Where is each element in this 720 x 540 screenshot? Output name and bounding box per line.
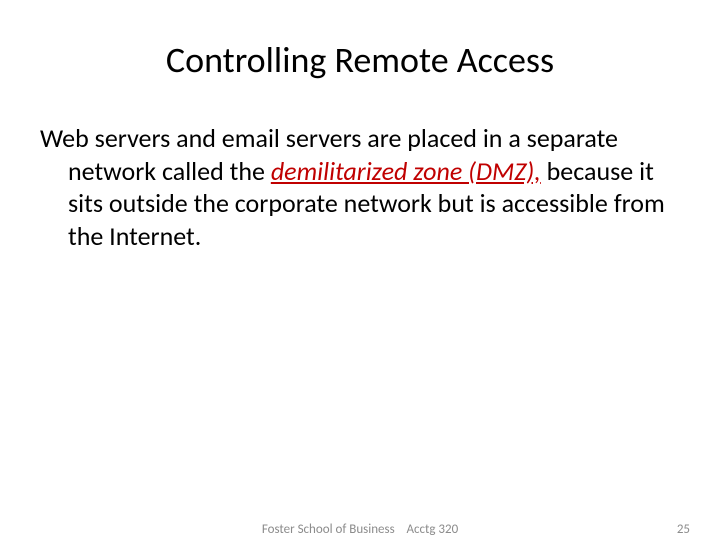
body-text: Web servers and email servers are placed… bbox=[40, 122, 680, 252]
body-emphasis: demilitarized zone (DMZ), bbox=[271, 155, 541, 187]
page-number: 25 bbox=[677, 522, 690, 537]
slide-title: Controlling Remote Access bbox=[40, 38, 680, 82]
footer-school: Foster School of Business bbox=[262, 522, 395, 537]
body-paragraph: Web servers and email servers are placed… bbox=[40, 122, 670, 252]
footer-course: Acctg 320 bbox=[406, 522, 458, 537]
footer-center: Foster School of Business Acctg 320 bbox=[262, 522, 458, 537]
slide: Controlling Remote Access Web servers an… bbox=[0, 0, 720, 540]
